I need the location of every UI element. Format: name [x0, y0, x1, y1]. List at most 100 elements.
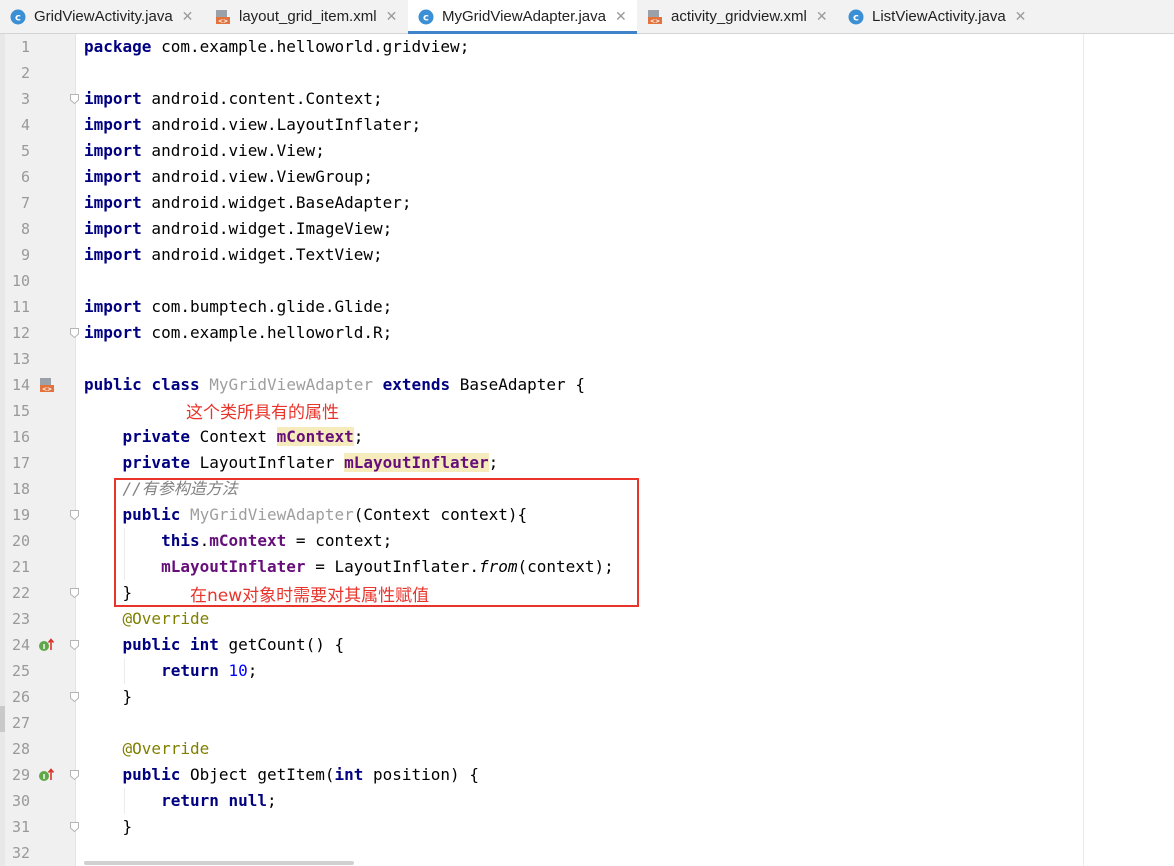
line-number: 7 [20, 194, 30, 212]
code-line[interactable]: 7 import android.widget.BaseAdapter; [0, 190, 1083, 216]
code-line[interactable]: 17 private LayoutInflater mLayoutInflate… [0, 450, 1083, 476]
code-line[interactable]: 4 import android.view.LayoutInflater; [0, 112, 1083, 138]
code-line[interactable]: 5 import android.view.View; [0, 138, 1083, 164]
code-line[interactable]: 23 @Override [0, 606, 1083, 632]
line-number: 20 [11, 532, 30, 550]
code-line[interactable]: 25 return 10; [0, 658, 1083, 684]
code-token: import [84, 141, 142, 160]
code-text[interactable]: @Override [84, 606, 210, 632]
implements-method-icon[interactable]: I [38, 767, 55, 783]
code-line[interactable]: 11 import com.bumptech.glide.Glide; [0, 294, 1083, 320]
code-text[interactable]: import android.widget.BaseAdapter; [84, 190, 412, 216]
code-line[interactable]: 2 [0, 60, 1083, 86]
svg-text:c: c [423, 12, 429, 23]
code-line[interactable]: 14 public class MyGridViewAdapter extends… [0, 372, 1083, 398]
code-text[interactable]: return null; [84, 788, 277, 814]
code-text[interactable]: } [84, 684, 133, 710]
code-token: private [122, 453, 190, 472]
fold-icon[interactable] [70, 328, 79, 338]
code-line[interactable]: 16 private Context mContext; [0, 424, 1083, 450]
xml-layout-icon[interactable]: <> [39, 377, 55, 393]
line-number: 19 [11, 506, 30, 524]
code-token: public [122, 635, 181, 654]
code-text[interactable]: public Object getItem(int position) { [84, 762, 479, 788]
fold-icon[interactable] [70, 94, 79, 104]
tab-gridviewactivity-java[interactable]: c GridViewActivity.java ✕ [0, 0, 205, 33]
fold-icon[interactable] [70, 822, 79, 832]
code-line[interactable]: 8 import android.widget.ImageView; [0, 216, 1083, 242]
code-line[interactable]: 10 [0, 268, 1083, 294]
code-editor[interactable]: 1 package com.example.helloworld.gridview… [0, 34, 1083, 866]
close-icon[interactable]: ✕ [615, 9, 627, 25]
code-line[interactable]: 9 import android.widget.TextView; [0, 242, 1083, 268]
tab-layout-grid-item-xml[interactable]: <> layout_grid_item.xml ✕ [205, 0, 408, 33]
code-token: getCount() { [218, 635, 345, 654]
code-line[interactable]: 13 [0, 346, 1083, 372]
fold-icon[interactable] [70, 640, 79, 650]
code-line[interactable]: 29 public Object getItem(int position) { [0, 762, 1083, 788]
line-number: 11 [11, 298, 30, 316]
close-icon[interactable]: ✕ [386, 9, 398, 25]
code-line[interactable]: 12 import com.example.helloworld.R; [0, 320, 1083, 346]
code-token: import [84, 219, 142, 238]
code-text[interactable]: @Override [84, 736, 210, 762]
fold-icon[interactable] [70, 692, 79, 702]
fold-icon[interactable] [70, 770, 79, 780]
code-text[interactable]: import com.bumptech.glide.Glide; [84, 294, 392, 320]
code-text[interactable]: import com.example.helloworld.R; [84, 320, 392, 346]
code-text[interactable]: private Context mContext; [84, 424, 363, 450]
code-line[interactable]: 26 } [0, 684, 1083, 710]
line-number: 31 [11, 818, 30, 836]
code-line[interactable]: 1 package com.example.helloworld.gridview… [0, 34, 1083, 60]
ide-window: { "tabs": [ {"label": "GridViewActivity.… [0, 0, 1174, 866]
code-line[interactable]: 27 [0, 710, 1083, 736]
code-text[interactable]: } [84, 814, 133, 840]
code-text[interactable]: import android.content.Context; [84, 86, 383, 112]
code-line[interactable]: 6 import android.view.ViewGroup; [0, 164, 1083, 190]
code-line[interactable]: 30 return null; [0, 788, 1083, 814]
code-token: 10 [228, 661, 248, 680]
code-text[interactable]: private LayoutInflater mLayoutInflater; [84, 450, 498, 476]
implements-method-icon[interactable]: I [38, 637, 55, 653]
code-text[interactable]: import android.view.LayoutInflater; [84, 112, 421, 138]
tab-listviewactivity-java[interactable]: c ListViewActivity.java ✕ [838, 0, 1038, 33]
line-number: 21 [11, 558, 30, 576]
svg-text:I: I [43, 773, 46, 781]
code-token: int [334, 765, 364, 784]
code-line[interactable]: 15 [0, 398, 1083, 424]
line-number: 30 [11, 792, 30, 810]
line-number: 14 [11, 376, 30, 394]
tab-mygridviewadapter-java[interactable]: c MyGridViewAdapter.java ✕ [408, 0, 637, 34]
horizontal-scrollbar[interactable] [84, 861, 354, 865]
line-number: 17 [11, 454, 30, 472]
code-token: import [84, 323, 142, 342]
code-text[interactable]: return 10; [84, 658, 257, 684]
code-token: position) { [363, 765, 479, 784]
line-number: 4 [20, 116, 30, 134]
code-text[interactable]: import android.view.ViewGroup; [84, 164, 373, 190]
code-text[interactable]: import android.view.View; [84, 138, 325, 164]
code-text[interactable]: public int getCount() { [84, 632, 345, 658]
fold-icon[interactable] [70, 510, 79, 520]
close-icon[interactable]: ✕ [816, 9, 828, 25]
code-token: @Override [122, 739, 210, 758]
close-icon[interactable]: ✕ [1015, 9, 1027, 25]
code-token: android.widget.TextView; [141, 245, 383, 264]
close-icon[interactable]: ✕ [182, 9, 194, 25]
java-class-icon: c [848, 9, 864, 25]
code-line[interactable]: 28 @Override [0, 736, 1083, 762]
code-text[interactable]: import android.widget.ImageView; [84, 216, 392, 242]
code-token: import [84, 115, 142, 134]
tab-activity-gridview-xml[interactable]: <> activity_gridview.xml ✕ [637, 0, 838, 33]
code-line[interactable]: 31 } [0, 814, 1083, 840]
code-text[interactable]: public class MyGridViewAdapter extends B… [84, 372, 585, 398]
code-text[interactable]: import android.widget.TextView; [84, 242, 383, 268]
code-token: android.content.Context; [141, 89, 383, 108]
line-number: 2 [20, 64, 30, 82]
fold-icon[interactable] [70, 588, 79, 598]
code-line[interactable]: 3 import android.content.Context; [0, 86, 1083, 112]
code-line[interactable]: 24 public int getCount() { [0, 632, 1083, 658]
code-text[interactable]: package com.example.helloworld.gridview; [84, 34, 469, 60]
